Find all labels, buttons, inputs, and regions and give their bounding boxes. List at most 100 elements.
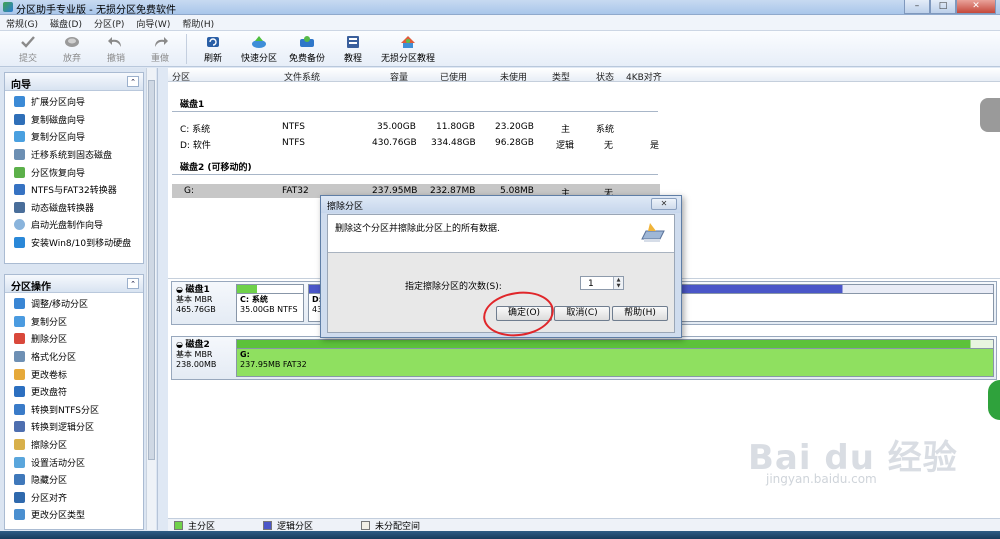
op-change-letter[interactable]: 更改盘符 [5,383,143,401]
window-controls: – □ ✕ [904,0,996,14]
op-copy-partition[interactable]: 复制分区 [5,313,143,331]
wizard-boot-cd[interactable]: 启动光盘制作向导 [5,216,143,234]
annotation-circle [480,287,557,341]
col-free[interactable]: 未使用 [500,70,527,83]
free-backup-button[interactable]: 免费备份 [283,31,331,64]
menu-bar: 常规(G) 磁盘(D) 分区(P) 向导(W) 帮助(H) [0,15,1000,31]
align-icon [14,491,25,503]
partition-ops-header: 分区操作 ⌃ [5,275,143,293]
col-capacity[interactable]: 容量 [390,70,408,83]
op-wipe-partition[interactable]: 擦除分区 [5,436,143,454]
title-bar: 分区助手专业版 - 无损分区免费软件 – □ ✕ [0,0,1000,16]
col-filesystem[interactable]: 文件系统 [284,70,320,83]
left-panel-scrollbar[interactable] [146,68,156,530]
install-windows-icon [14,237,25,249]
partition-ops-group: 分区操作 ⌃ 调整/移动分区 复制分区 删除分区 格式化分区 更改卷标 更改盘符… [4,274,144,530]
redo-button[interactable]: 重做 [138,31,182,64]
collapse-wizard-button[interactable]: ⌃ [127,76,139,87]
tutorial-icon [344,34,362,50]
partition-g-usage-bar [237,340,993,349]
minimize-button[interactable]: – [904,0,930,14]
partition-g[interactable]: G: 237.95MB FAT32 [236,339,994,377]
wizard-install-win[interactable]: 安装Win8/10到移动硬盘 [5,234,143,252]
maximize-button[interactable]: □ [930,0,956,14]
menu-disk[interactable]: 磁盘(D) [44,15,88,30]
dialog-close-button[interactable]: ✕ [651,198,677,210]
wizard-copy-disk[interactable]: 复制磁盘向导 [5,111,143,129]
commit-button[interactable]: 提交 [6,31,50,64]
collapse-ops-button[interactable]: ⌃ [127,278,139,289]
hide-icon [14,474,25,486]
menu-wizard[interactable]: 向导(W) [130,15,176,30]
op-change-type[interactable]: 更改分区类型 [5,506,143,524]
table-header: 分区 文件系统 容量 已使用 未使用 类型 状态 4KB对齐 [168,68,1000,83]
disk2-map[interactable]: ◒ 磁盘2 基本 MBR 238.00MB G: 237.95MB FAT32 [171,336,997,380]
table-row[interactable]: C: 系统 NTFS 35.00GB 11.80GB 23.20GB 主 系统 [172,120,660,135]
op-convert-ntfs[interactable]: 转换到NTFS分区 [5,401,143,419]
label-icon [14,368,25,380]
help-button[interactable]: 帮助(H) [612,306,668,321]
convert-ntfs-icon [14,403,25,415]
col-type[interactable]: 类型 [552,70,570,83]
change-type-icon [14,509,25,521]
wizard-partition-recovery[interactable]: 分区恢复向导 [5,163,143,181]
wizard-copy-partition[interactable]: 复制分区向导 [5,128,143,146]
op-delete-partition[interactable]: 删除分区 [5,330,143,348]
op-align-partition[interactable]: 分区对齐 [5,489,143,507]
wizard-dynamic-disk[interactable]: 动态磁盘转换器 [5,199,143,217]
logical-swatch [263,520,273,530]
lossless-tutorial-icon [399,34,417,50]
close-button[interactable]: ✕ [956,0,996,14]
col-partition[interactable]: 分区 [172,70,190,83]
col-status[interactable]: 状态 [596,70,614,83]
op-convert-logical[interactable]: 转换到逻辑分区 [5,418,143,436]
col-used[interactable]: 已使用 [440,70,467,83]
wizard-ntfs-fat32[interactable]: NTFS与FAT32转换器 [5,181,143,199]
wizard-extend-partition[interactable]: 扩展分区向导 [5,93,143,111]
undo-button[interactable]: 撤销 [94,31,138,64]
taskbar [0,531,1000,539]
discard-icon [63,34,81,50]
scrollbar-thumb[interactable] [148,80,155,460]
floating-side-widget[interactable] [980,98,1000,132]
delete-icon [14,333,25,345]
refresh-button[interactable]: 刷新 [191,31,235,64]
disk1-info: ◒ 磁盘1 基本 MBR 465.76GB [176,285,216,314]
op-resize-move[interactable]: 调整/移动分区 [5,295,143,313]
set-active-icon [14,456,25,468]
ntfs-fat32-icon [14,184,25,196]
floating-side-widget-green[interactable] [988,380,1000,420]
eraser-icon [640,221,666,245]
quick-partition-button[interactable]: 快速分区 [235,31,283,64]
col-4k-align[interactable]: 4KB对齐 [626,70,662,83]
op-hide-partition[interactable]: 隐藏分区 [5,471,143,489]
wipe-count-stepper[interactable]: 1 ▲ ▼ [580,276,624,290]
lossless-tutorial-button[interactable]: 无损分区教程 [375,31,441,64]
op-change-label[interactable]: 更改卷标 [5,365,143,383]
wipe-count-value: 1 [588,279,594,289]
stepper-arrows-icon[interactable]: ▲ ▼ [613,277,623,289]
primary-swatch [174,520,183,530]
drive-letter-icon [14,386,25,398]
legend-unallocated: 未分配空间 [361,519,420,532]
wizard-migrate-os[interactable]: 迁移系统到固态磁盘 [5,146,143,164]
toolbar-separator [186,34,187,64]
partition-recovery-icon [14,166,25,178]
menu-partition[interactable]: 分区(P) [88,15,130,30]
disk-icon: ◒ [176,340,183,349]
resize-icon [14,298,25,310]
discard-button[interactable]: 放弃 [50,31,94,64]
menu-general[interactable]: 常规(G) [0,15,44,30]
migrate-os-icon [14,149,25,161]
partition-c[interactable]: C: 系统 35.00GB NTFS [236,284,304,322]
op-format-partition[interactable]: 格式化分区 [5,348,143,366]
dialog-title-bar: 擦除分区 ✕ [321,196,681,213]
format-icon [14,351,25,363]
tutorial-button[interactable]: 教程 [331,31,375,64]
wipe-count-label: 指定擦除分区的次数(S): [405,282,502,292]
menu-help[interactable]: 帮助(H) [176,15,220,30]
cancel-button[interactable]: 取消(C) [554,306,610,321]
dynamic-disk-icon [14,201,25,213]
table-row[interactable]: D: 软件 NTFS 430.76GB 334.48GB 96.28GB 逻辑 … [172,136,660,151]
op-set-active[interactable]: 设置活动分区 [5,453,143,471]
